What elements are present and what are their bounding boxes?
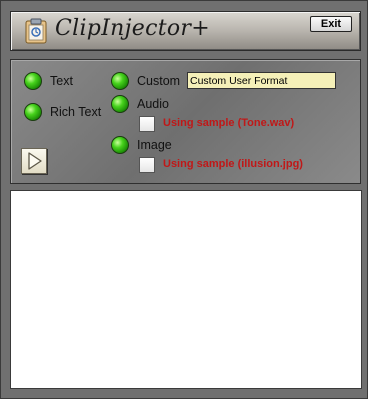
- audio-sample-checkbox[interactable]: [139, 116, 155, 132]
- image-sample-checkbox[interactable]: [139, 157, 155, 173]
- led-indicator-icon: [111, 136, 129, 154]
- title-bar: ClipInjector+ Exit: [10, 11, 361, 51]
- option-custom[interactable]: Custom: [111, 72, 180, 90]
- option-text-label: Text: [50, 74, 73, 88]
- play-icon: [22, 152, 46, 177]
- option-rich-text[interactable]: Rich Text: [24, 103, 101, 121]
- option-text[interactable]: Text: [24, 72, 73, 90]
- clipboard-icon: [25, 18, 47, 44]
- app-window: ClipInjector+ Exit Text Rich Text Custom…: [0, 0, 368, 399]
- option-rich-text-label: Rich Text: [50, 105, 102, 119]
- app-title: ClipInjector+: [55, 16, 210, 41]
- play-button[interactable]: [21, 148, 47, 174]
- option-custom-label: Custom: [137, 74, 181, 88]
- audio-sample-label: Using sample (Tone.wav): [163, 117, 295, 129]
- led-indicator-icon: [111, 72, 129, 90]
- output-area[interactable]: [10, 190, 362, 389]
- led-indicator-icon: [111, 95, 129, 113]
- led-indicator-icon: [24, 72, 42, 90]
- option-image[interactable]: Image: [111, 136, 172, 154]
- led-indicator-icon: [24, 103, 42, 121]
- image-sample-label: Using sample (illusion.jpg): [163, 158, 303, 170]
- exit-button[interactable]: Exit: [310, 16, 352, 32]
- options-panel: Text Rich Text Custom Audio Using sample…: [10, 59, 361, 184]
- option-audio[interactable]: Audio: [111, 95, 169, 113]
- option-image-label: Image: [137, 138, 172, 152]
- custom-format-input[interactable]: [187, 72, 336, 89]
- option-audio-label: Audio: [137, 97, 169, 111]
